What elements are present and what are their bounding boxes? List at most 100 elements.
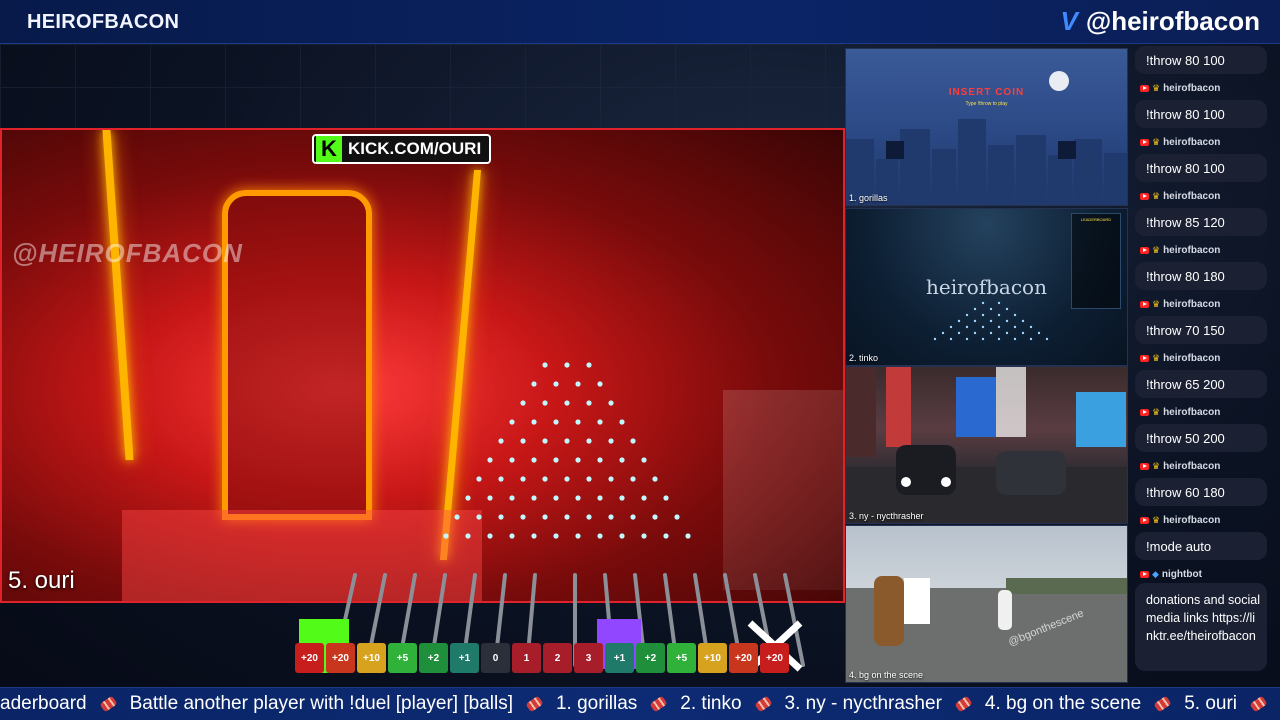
owner-crown-icon: ♛ — [1152, 352, 1161, 363]
plinko-peg — [476, 476, 482, 482]
plinko-peg — [564, 400, 570, 406]
plinko-slot: +5 — [388, 643, 417, 673]
city-skyline — [846, 119, 1127, 205]
ticker-item: 4. bg on the scene — [984, 693, 1142, 714]
ticker-item: Battle another player with !duel [player… — [129, 693, 513, 714]
bacon-icon — [954, 695, 973, 713]
youtube-icon — [1140, 192, 1149, 200]
plinko-peg — [553, 495, 559, 501]
owner-crown-icon: ♛ — [1152, 244, 1161, 255]
plinko-peg — [542, 476, 548, 482]
plinko-peg — [553, 381, 559, 387]
plinko-peg — [641, 457, 647, 463]
chat-message: !throw 80 100 — [1135, 100, 1267, 128]
plinko-peg — [520, 514, 526, 520]
plinko-peg — [564, 514, 570, 520]
plinko-peg — [597, 495, 603, 501]
chat-author-name: heirofbacon — [1163, 136, 1221, 148]
owner-crown-icon: ♛ — [1152, 460, 1161, 471]
chat-message: !throw 50 200 — [1135, 424, 1267, 452]
tinko-peg — [997, 313, 1001, 317]
plinko-peg — [575, 495, 581, 501]
tinko-peg — [973, 331, 977, 335]
main-video-feed: @HEIROFBACON K KICK.COM/OURI 5. ouri — [0, 128, 845, 603]
plinko-peg — [487, 457, 493, 463]
plinko-slot: +10 — [357, 643, 386, 673]
plinko-slot: 0 — [481, 643, 510, 673]
tinko-title: heirofbacon — [926, 275, 1047, 299]
plinko-peg — [630, 514, 636, 520]
plinko-peg — [553, 533, 559, 539]
plinko-peg — [575, 457, 581, 463]
plinko-peg — [597, 419, 603, 425]
tinko-peg-field — [933, 301, 1049, 341]
tinko-peg — [997, 337, 1001, 341]
youtube-icon — [1140, 300, 1149, 308]
plinko-peg — [542, 438, 548, 444]
plinko-peg — [652, 514, 658, 520]
plinko-peg — [520, 400, 526, 406]
ticker-item: 5. ouri — [1184, 693, 1238, 714]
plinko-slot: +2 — [419, 643, 448, 673]
plinko-peg — [619, 457, 625, 463]
plinko-peg — [564, 438, 570, 444]
tinko-peg — [973, 319, 977, 323]
tinko-peg — [1021, 319, 1025, 323]
background-grid — [0, 44, 845, 129]
panel-tinko: LEADERBOARD heirofbacon 2. tinko — [845, 208, 1128, 366]
youtube-icon — [1140, 462, 1149, 470]
chat-author: ♛ heirofbacon — [1140, 351, 1220, 365]
tinko-peg — [949, 325, 953, 329]
plinko-peg — [641, 495, 647, 501]
tinko-peg — [989, 331, 993, 335]
plinko-peg — [553, 419, 559, 425]
moderator-icon: ◆ — [1152, 568, 1159, 579]
panel-ny: 3. ny - nycthrasher — [845, 366, 1128, 524]
plinko-peg — [608, 400, 614, 406]
chat-message: !throw 85 120 — [1135, 208, 1267, 236]
plinko-slots: +20 +20 +10 +5 +2 +1 0 1 2 3 +1 +2 +5 +10 +20 +20 — [295, 643, 789, 673]
plinko-peg — [498, 438, 504, 444]
plinko-slot: 1 — [512, 643, 541, 673]
chat-author-name: heirofbacon — [1163, 298, 1221, 310]
chat-author-name: heirofbacon — [1163, 244, 1221, 256]
bacon-icon — [754, 695, 773, 713]
youtube-icon — [1140, 516, 1149, 524]
plinko-peg — [674, 514, 680, 520]
chat-message: !throw 70 150 — [1135, 316, 1267, 344]
tinko-peg — [1013, 325, 1017, 329]
tinko-peg — [1021, 331, 1025, 335]
plinko-slot: +5 — [667, 643, 696, 673]
bacon-icon — [99, 695, 118, 713]
plinko-peg — [487, 495, 493, 501]
plinko-peg — [487, 533, 493, 539]
handle-badge: V @heirofbacon — [1061, 6, 1261, 37]
plinko-peg — [476, 514, 482, 520]
owner-crown-icon: ♛ — [1152, 514, 1161, 525]
plinko-peg — [586, 438, 592, 444]
kick-badge: K KICK.COM/OURI — [312, 134, 492, 164]
kick-url: KICK.COM/OURI — [348, 139, 482, 158]
plinko-slot: +1 — [605, 643, 634, 673]
plinko-peg — [509, 495, 515, 501]
chat-author-name: nightbot — [1161, 568, 1202, 580]
plinko-peg — [531, 381, 537, 387]
youtube-icon — [1140, 408, 1149, 416]
youtube-icon — [1140, 570, 1149, 578]
plinko-peg — [498, 514, 504, 520]
plinko-peg — [553, 457, 559, 463]
tinko-peg — [965, 313, 969, 317]
tinko-peg — [941, 331, 945, 335]
plinko-peg — [509, 533, 515, 539]
tinko-peg — [981, 325, 985, 329]
plinko-peg — [575, 381, 581, 387]
donation-info: donations and social media links https:/… — [1135, 583, 1267, 671]
main-video-label: 5. ouri — [8, 567, 75, 594]
plinko-peg — [586, 400, 592, 406]
chat-message: !throw 80 180 — [1135, 262, 1267, 290]
chat-author: ♛ heirofbacon — [1140, 459, 1220, 473]
corridor-door — [222, 190, 372, 520]
plinko-peg — [630, 438, 636, 444]
youtube-icon — [1140, 84, 1149, 92]
plinko-peg — [597, 533, 603, 539]
